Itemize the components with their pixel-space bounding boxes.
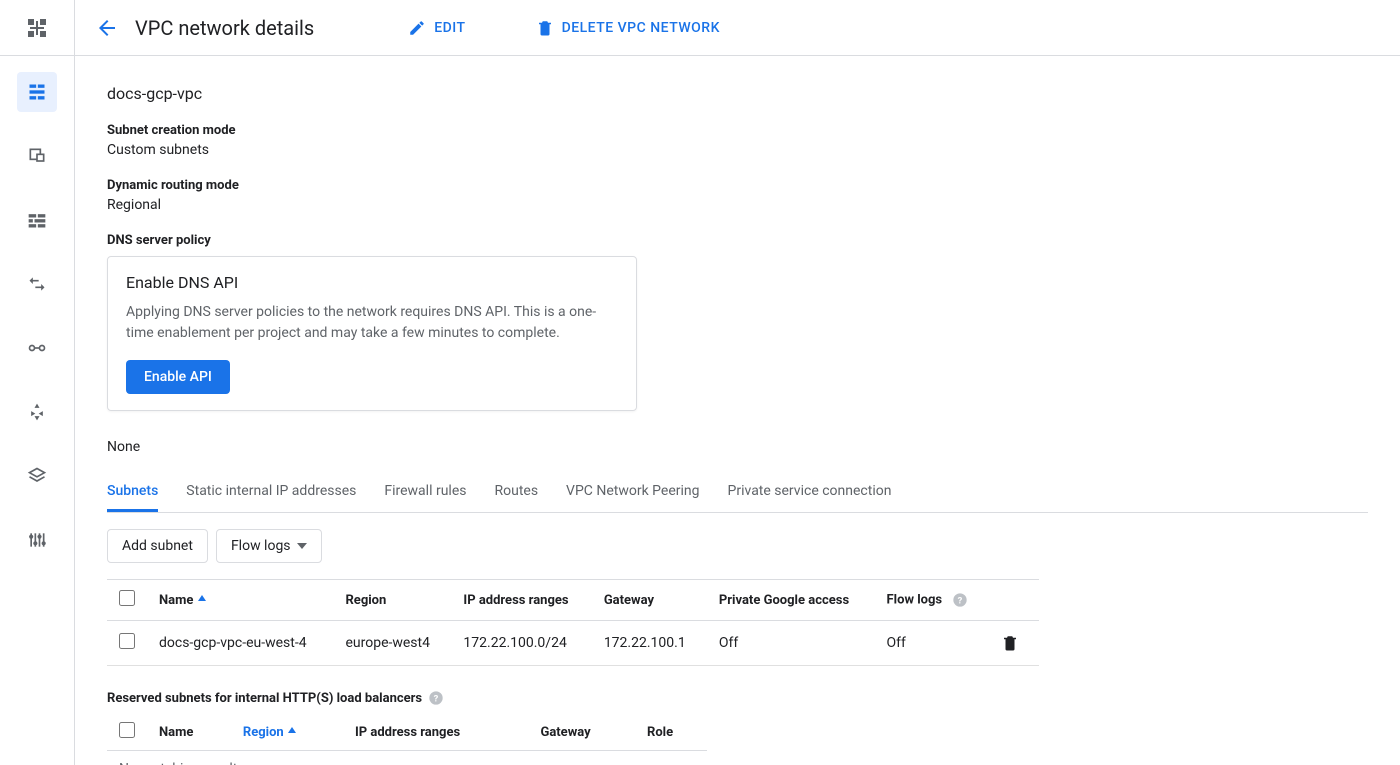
subnet-mode-value: Custom subnets xyxy=(107,142,1368,158)
tab-routes[interactable]: Routes xyxy=(494,473,538,512)
subnet-mode-label: Subnet creation mode xyxy=(107,123,1368,138)
flow-logs-label: Flow logs xyxy=(231,538,291,554)
firewall-icon xyxy=(27,210,47,230)
rcol-name[interactable]: Name xyxy=(147,714,231,751)
cell-flow-logs: Off xyxy=(875,621,989,666)
help-icon[interactable]: ? xyxy=(428,690,444,706)
svg-text:?: ? xyxy=(434,693,439,704)
enable-api-button[interactable]: Enable API xyxy=(126,360,230,394)
cell-pga: Off xyxy=(707,621,875,666)
row-checkbox[interactable] xyxy=(119,633,135,649)
vpc-icon xyxy=(27,82,47,102)
main-content: docs-gcp-vpc Subnet creation mode Custom… xyxy=(75,56,1400,765)
trash-icon xyxy=(536,19,554,37)
dns-card-body: Applying DNS server policies to the netw… xyxy=(126,302,618,344)
reserved-select-all-checkbox[interactable] xyxy=(119,722,135,738)
dns-policy-label: DNS server policy xyxy=(107,233,1368,248)
peering-icon xyxy=(27,338,47,358)
col-ip-ranges[interactable]: IP address ranges xyxy=(451,580,591,621)
vpc-name-heading: docs-gcp-vpc xyxy=(107,84,1368,103)
col-region[interactable]: Region xyxy=(333,580,451,621)
settings-sliders-icon xyxy=(27,530,47,550)
sort-asc-icon xyxy=(287,727,297,737)
col-name[interactable]: Name xyxy=(147,580,333,621)
col-flow-logs[interactable]: Flow logs ? xyxy=(875,580,989,621)
flow-logs-dropdown[interactable]: Flow logs xyxy=(216,529,322,563)
cell-region: europe-west4 xyxy=(333,621,451,666)
nav-peering[interactable] xyxy=(17,328,57,368)
delete-row-icon[interactable] xyxy=(1001,634,1019,652)
cell-name[interactable]: docs-gcp-vpc-eu-west-4 xyxy=(147,621,333,666)
svg-text:?: ? xyxy=(957,595,962,606)
add-subnet-button[interactable]: Add subnet xyxy=(107,529,208,563)
edit-button[interactable]: EDIT xyxy=(392,11,481,45)
rcol-gateway[interactable]: Gateway xyxy=(528,714,635,751)
top-bar: VPC network details EDIT DELETE VPC NETW… xyxy=(75,0,1400,56)
rcol-ip-ranges[interactable]: IP address ranges xyxy=(343,714,528,751)
page-title: VPC network details xyxy=(135,16,314,40)
back-button[interactable] xyxy=(87,8,127,48)
tabs: Subnets Static internal IP addresses Fir… xyxy=(107,473,1368,513)
reserved-subnets-heading: Reserved subnets for internal HTTP(S) lo… xyxy=(107,690,1368,706)
nav-firewall[interactable] xyxy=(17,200,57,240)
rcol-region[interactable]: Region xyxy=(231,714,343,751)
table-row: docs-gcp-vpc-eu-west-4 europe-west4 172.… xyxy=(107,621,1039,666)
subnets-table: Name Region IP address ranges Gateway Pr… xyxy=(107,579,1039,666)
product-logo xyxy=(0,0,75,56)
dns-card-title: Enable DNS API xyxy=(126,273,618,292)
reserved-subnets-table: Name Region IP address ranges Gateway Ro… xyxy=(107,714,707,765)
nav-packet-mirroring[interactable] xyxy=(17,520,57,560)
edit-icon xyxy=(408,19,426,37)
edit-label: EDIT xyxy=(434,20,465,36)
dropdown-caret-icon xyxy=(297,543,307,549)
shared-vpc-icon xyxy=(27,402,47,422)
nav-shared-vpc[interactable] xyxy=(17,392,57,432)
routing-mode-value: Regional xyxy=(107,197,1368,213)
cell-gateway: 172.22.100.1 xyxy=(592,621,707,666)
external-ip-icon xyxy=(27,146,47,166)
tab-subnets[interactable]: Subnets xyxy=(107,473,158,512)
cell-ip-ranges: 172.22.100.0/24 xyxy=(451,621,591,666)
tab-static-ips[interactable]: Static internal IP addresses xyxy=(186,473,356,512)
routes-icon xyxy=(27,274,47,294)
delete-button[interactable]: DELETE VPC NETWORK xyxy=(520,11,736,45)
tab-peering[interactable]: VPC Network Peering xyxy=(566,473,699,512)
delete-label: DELETE VPC NETWORK xyxy=(562,20,720,36)
nav-vpc-networks[interactable] xyxy=(17,72,57,112)
tab-firewall[interactable]: Firewall rules xyxy=(384,473,466,512)
col-gateway[interactable]: Gateway xyxy=(592,580,707,621)
tab-psc[interactable]: Private service connection xyxy=(728,473,892,512)
empty-state: No matching results xyxy=(107,751,707,765)
dns-policy-value: None xyxy=(107,439,1368,455)
select-all-checkbox[interactable] xyxy=(119,590,135,606)
arrow-back-icon xyxy=(95,16,119,40)
col-pga[interactable]: Private Google access xyxy=(707,580,875,621)
nav-routes[interactable] xyxy=(17,264,57,304)
nav-serverless-vpc[interactable] xyxy=(17,456,57,496)
nav-external-ip[interactable] xyxy=(17,136,57,176)
dns-api-card: Enable DNS API Applying DNS server polic… xyxy=(107,256,637,411)
side-navigation xyxy=(0,56,75,765)
layers-icon xyxy=(27,466,47,486)
rcol-role[interactable]: Role xyxy=(635,714,707,751)
help-icon[interactable]: ? xyxy=(952,592,968,608)
routing-mode-label: Dynamic routing mode xyxy=(107,178,1368,193)
sort-asc-icon xyxy=(197,595,207,605)
